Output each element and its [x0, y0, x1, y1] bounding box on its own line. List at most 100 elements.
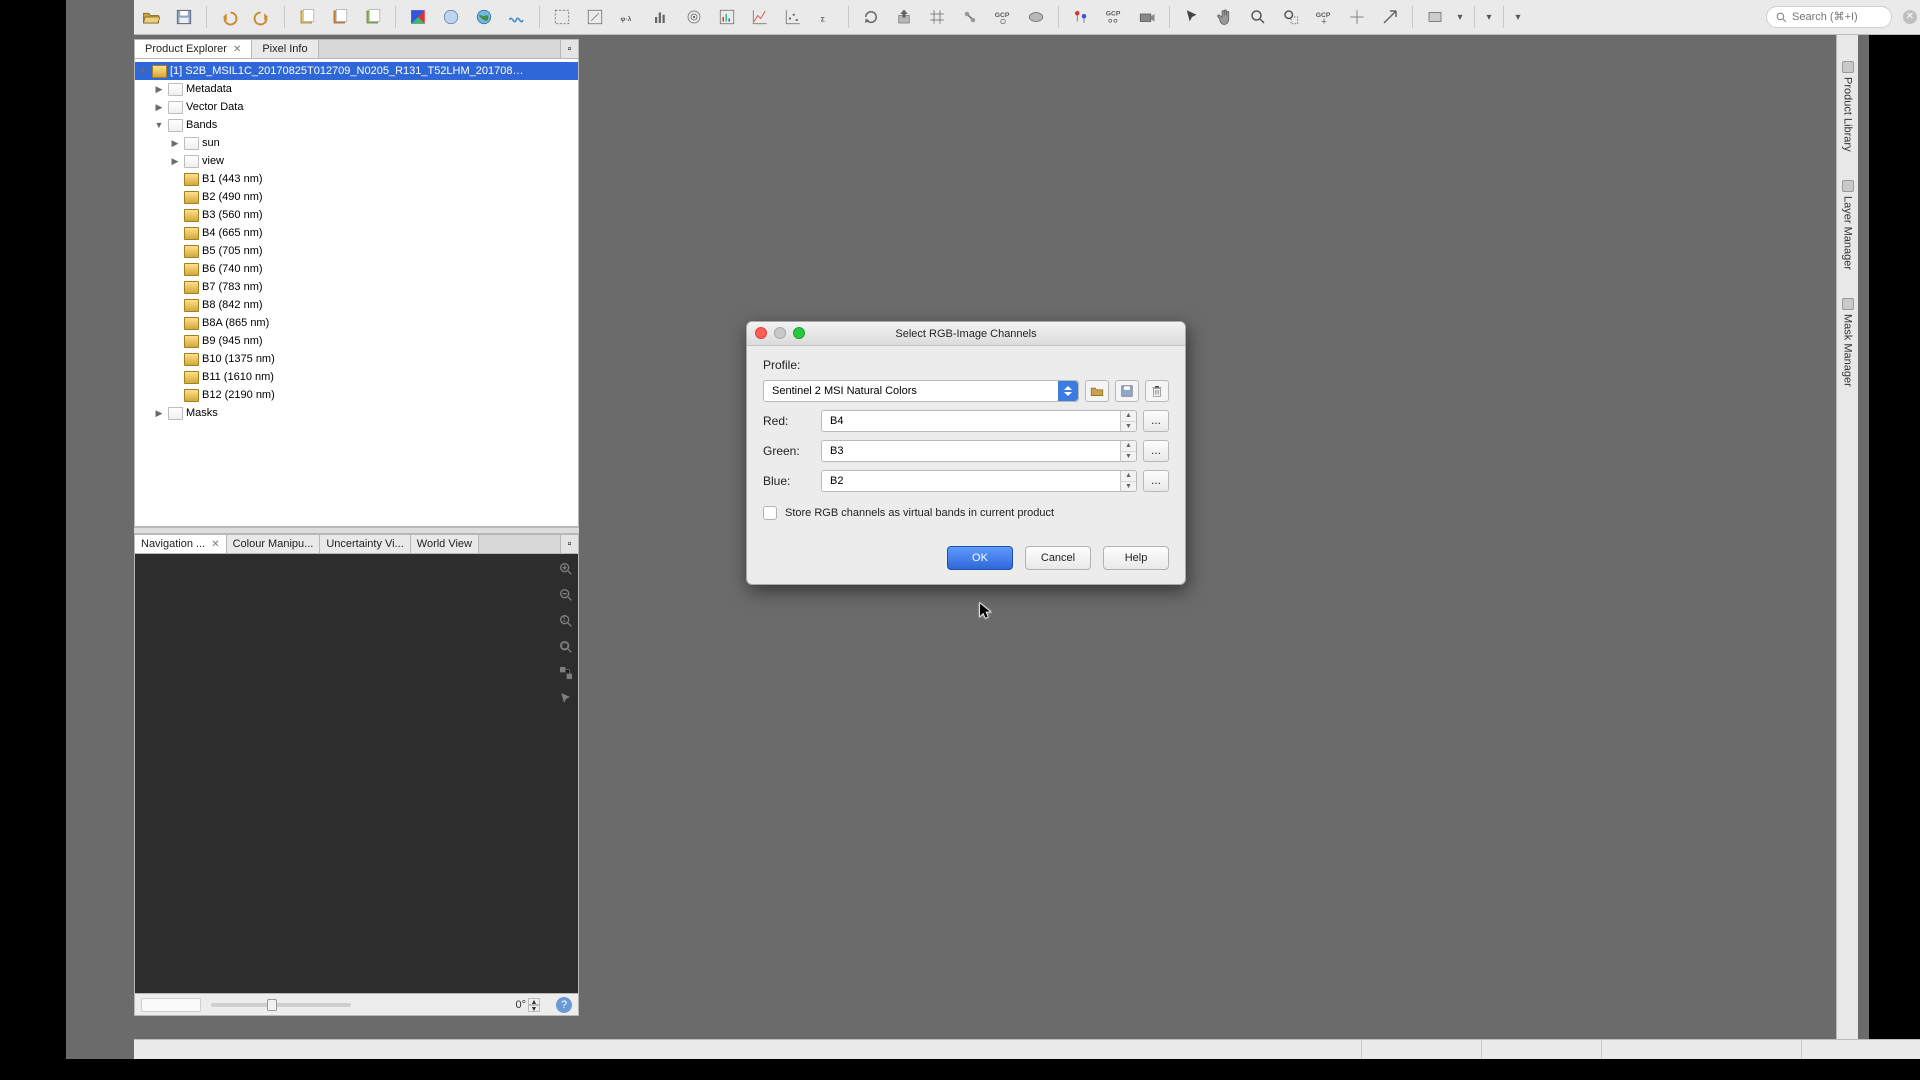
tree-node[interactable]: B5 (705 nm) — [135, 242, 578, 260]
pan-icon[interactable] — [1212, 4, 1238, 30]
gcp-tool-icon[interactable]: GCP — [1311, 4, 1337, 30]
zoom-slider[interactable] — [211, 1003, 351, 1007]
hsv-icon[interactable] — [438, 4, 464, 30]
shape-dropdown-icon[interactable]: ▾ — [1455, 12, 1465, 23]
minimize-panel-icon[interactable]: ▫ — [560, 535, 578, 553]
spin-down-icon[interactable]: ▼ — [1120, 452, 1136, 462]
wave-icon[interactable] — [504, 4, 530, 30]
link-icon[interactable] — [957, 4, 983, 30]
close-icon[interactable]: ✕ — [233, 44, 241, 55]
cancel-button[interactable]: Cancel — [1025, 546, 1091, 570]
refresh-icon[interactable] — [858, 4, 884, 30]
tab-uncertainty[interactable]: Uncertainty Vi... — [320, 535, 410, 553]
dock-mask-manager[interactable]: Mask Manager — [1842, 292, 1854, 393]
help-icon[interactable]: ? — [556, 997, 572, 1013]
tree-node[interactable]: B3 (560 nm) — [135, 206, 578, 224]
crosshair-icon[interactable] — [1344, 4, 1370, 30]
sync-views-icon[interactable] — [557, 664, 575, 682]
tree-node[interactable]: B2 (490 nm) — [135, 188, 578, 206]
twisty-icon[interactable]: ▶ — [169, 138, 181, 149]
tree-node[interactable]: B1 (443 nm) — [135, 170, 578, 188]
minimize-panel-icon[interactable]: ▫ — [560, 40, 578, 58]
twisty-icon[interactable]: ▶ — [153, 408, 165, 419]
tree-node[interactable]: B8A (865 nm) — [135, 314, 578, 332]
blue-expression-button[interactable]: ... — [1143, 470, 1169, 492]
spin-up-icon[interactable]: ▲ — [1120, 441, 1136, 452]
tab-colour-manip[interactable]: Colour Manipu... — [227, 535, 321, 553]
grid-icon[interactable] — [924, 4, 950, 30]
red-expression-button[interactable]: ... — [1143, 410, 1169, 432]
edit-icon[interactable] — [582, 4, 608, 30]
zoom-out-icon[interactable] — [557, 586, 575, 604]
window-minimize-icon[interactable] — [774, 327, 786, 339]
zoom-value[interactable] — [141, 998, 201, 1012]
help-button[interactable]: Help — [1103, 546, 1169, 570]
camera-icon[interactable] — [1134, 4, 1160, 30]
rotation-spinner[interactable]: 0° ▲▼ — [515, 998, 540, 1012]
target-icon[interactable] — [681, 4, 707, 30]
open-profile-icon[interactable] — [1085, 380, 1109, 402]
dock-product-library[interactable]: Product Library — [1842, 55, 1854, 158]
world-icon[interactable] — [471, 4, 497, 30]
close-icon[interactable]: ✕ — [211, 539, 219, 550]
tab-navigation[interactable]: Navigation ...✕ — [135, 535, 227, 553]
band-green-icon[interactable] — [360, 4, 386, 30]
sync-cursor-icon[interactable] — [557, 690, 575, 708]
green-select[interactable]: B3 ▲▼ — [821, 440, 1137, 462]
shape-rect-icon[interactable] — [1422, 4, 1448, 30]
product-tree[interactable]: ▼ [1] S2B_MSIL1C_20170825T012709_N0205_R… — [134, 59, 579, 527]
dropdown-caret-icon[interactable] — [1058, 381, 1078, 401]
spin-down-icon[interactable]: ▼ — [1120, 482, 1136, 492]
undo-icon[interactable] — [216, 4, 242, 30]
pointer-icon[interactable] — [1179, 4, 1205, 30]
tree-node[interactable]: B8 (842 nm) — [135, 296, 578, 314]
tree-node[interactable]: B9 (945 nm) — [135, 332, 578, 350]
export-icon[interactable] — [891, 4, 917, 30]
tree-node[interactable]: ▶Vector Data — [135, 98, 578, 116]
twisty-icon[interactable]: ▶ — [153, 84, 165, 95]
zoom-roi-icon[interactable] — [1278, 4, 1304, 30]
window-maximize-icon[interactable] — [793, 327, 805, 339]
scatter-icon[interactable] — [780, 4, 806, 30]
tree-node[interactable]: ▶sun — [135, 134, 578, 152]
nav-arrow-icon[interactable] — [1377, 4, 1403, 30]
slider-knob[interactable] — [267, 999, 277, 1011]
gcps-multi-icon[interactable]: GCP — [1101, 4, 1127, 30]
search-box[interactable] — [1766, 6, 1892, 28]
twisty-icon[interactable]: ▶ — [153, 102, 165, 113]
band-orange-icon[interactable] — [327, 4, 353, 30]
histogram-icon[interactable] — [648, 4, 674, 30]
tree-product-root[interactable]: ▼ [1] S2B_MSIL1C_20170825T012709_N0205_R… — [135, 62, 578, 80]
save-profile-icon[interactable] — [1115, 380, 1139, 402]
panel-resizer[interactable] — [134, 527, 579, 534]
mask-ellipse-icon[interactable] — [1023, 4, 1049, 30]
twisty-icon[interactable]: ▶ — [169, 156, 181, 167]
roi-icon[interactable] — [549, 4, 575, 30]
dock-layer-manager[interactable]: Layer Manager — [1842, 174, 1854, 276]
sigma-icon[interactable]: Σ — [813, 4, 839, 30]
ts-icon[interactable] — [714, 4, 740, 30]
zoom-all-icon[interactable] — [557, 638, 575, 656]
open-icon[interactable] — [138, 4, 164, 30]
zoom-in-icon[interactable] — [557, 560, 575, 578]
profile-select[interactable]: Sentinel 2 MSI Natural Colors — [763, 380, 1079, 402]
save-icon[interactable] — [171, 4, 197, 30]
ok-button[interactable]: OK — [947, 546, 1013, 570]
pins-icon[interactable] — [1068, 4, 1094, 30]
tree-node[interactable]: B12 (2190 nm) — [135, 386, 578, 404]
tab-world-view[interactable]: World View — [411, 535, 479, 553]
toolbar-dropdown-1-icon[interactable]: ▾ — [1484, 12, 1494, 23]
virtual-bands-checkbox[interactable] — [763, 506, 777, 520]
zoom-fit-icon[interactable]: 1 — [557, 612, 575, 630]
spin-up-icon[interactable]: ▲ — [1120, 471, 1136, 482]
twisty-icon[interactable]: ▼ — [153, 120, 165, 130]
tree-node[interactable]: ▶Metadata — [135, 80, 578, 98]
tab-pixel-info[interactable]: Pixel Info — [252, 40, 318, 58]
dialog-titlebar[interactable]: Select RGB-Image Channels — [747, 322, 1185, 346]
redo-icon[interactable] — [249, 4, 275, 30]
tab-product-explorer[interactable]: Product Explorer✕ — [135, 40, 252, 58]
tree-node[interactable]: ▼Bands — [135, 116, 578, 134]
toolbar-dropdown-2-icon[interactable]: ▾ — [1513, 12, 1523, 23]
red-select[interactable]: B4 ▲▼ — [821, 410, 1137, 432]
search-input[interactable] — [1792, 11, 1876, 23]
